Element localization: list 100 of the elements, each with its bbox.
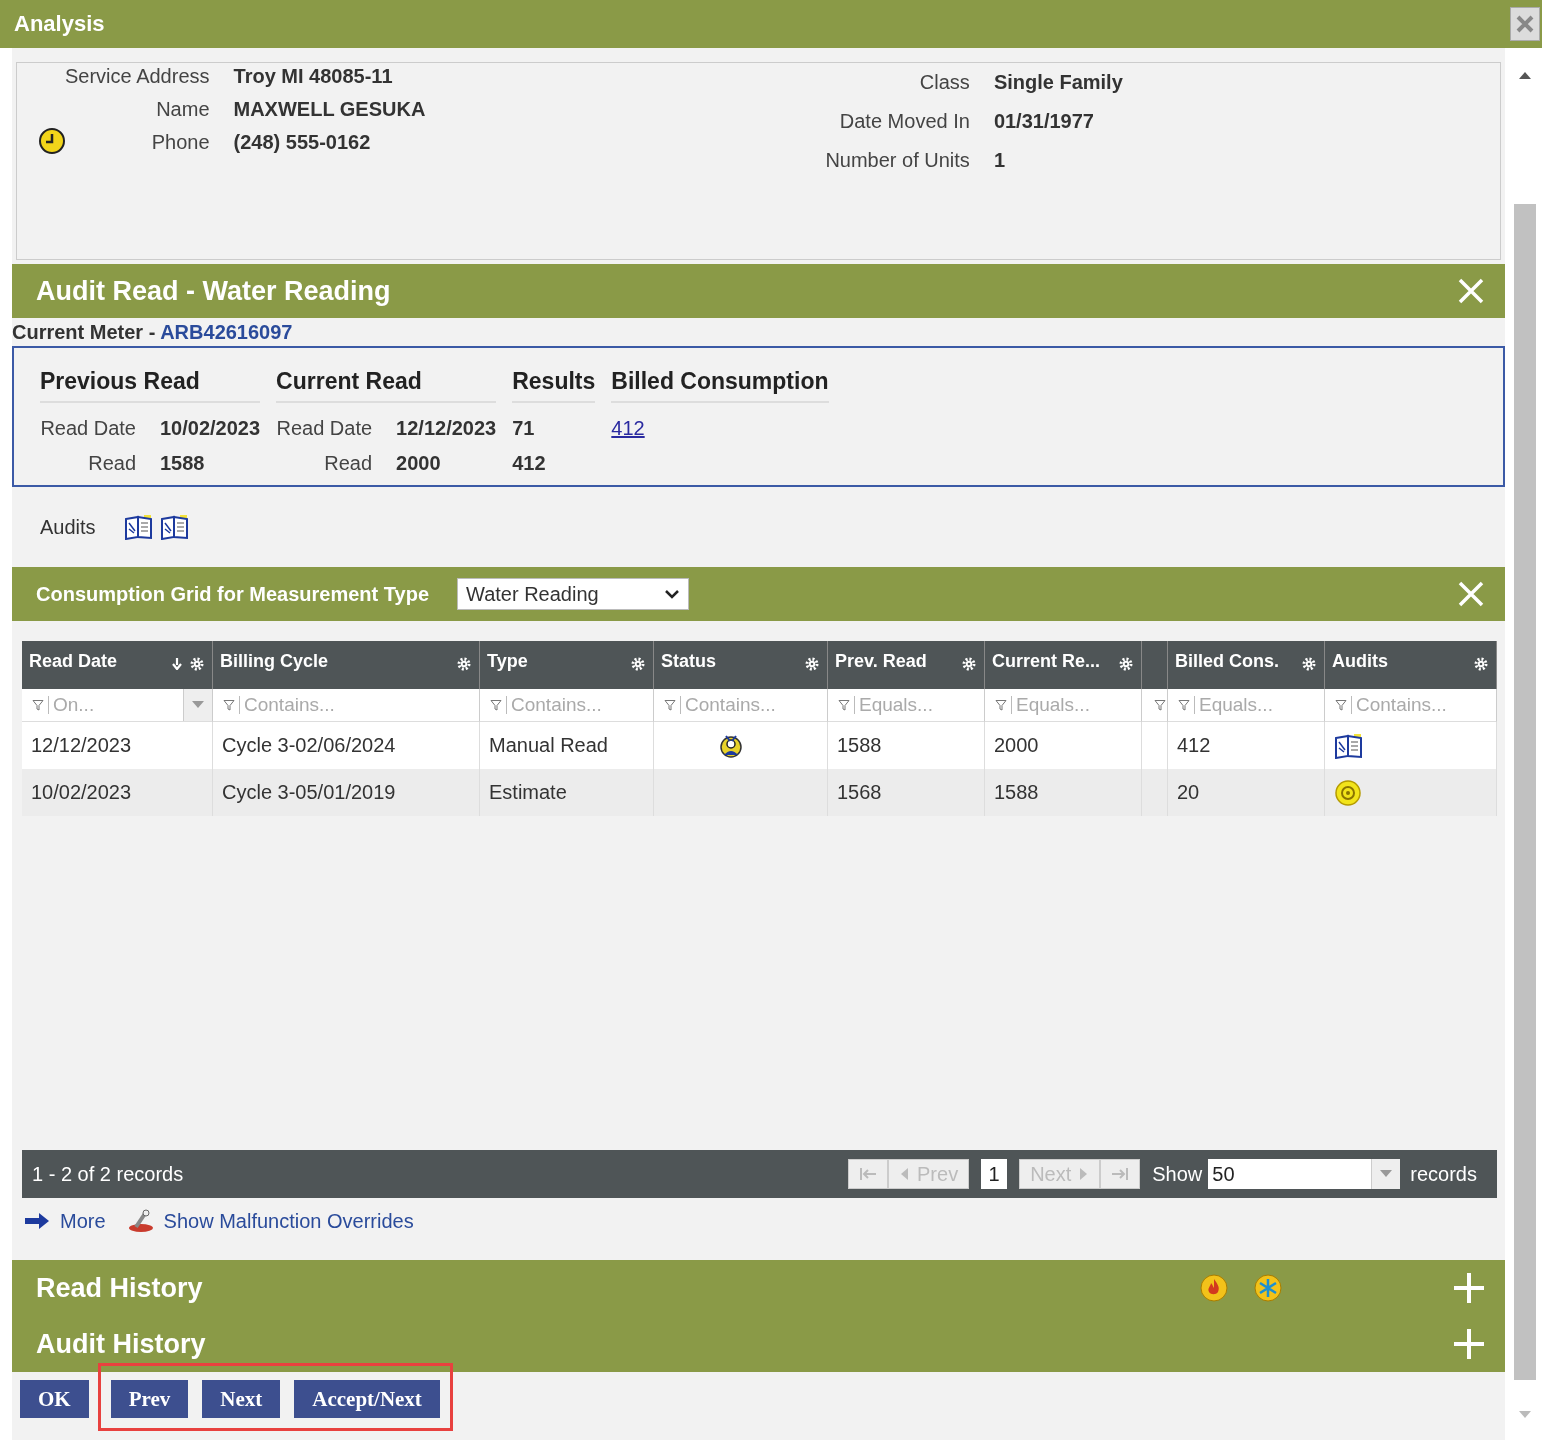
close-button[interactable]: [1510, 7, 1540, 41]
settings-icon[interactable]: [631, 657, 645, 671]
clock-icon: [37, 127, 67, 155]
column-header[interactable]: Billed Cons.: [1168, 641, 1325, 689]
table-cell: 412: [1168, 722, 1325, 769]
field-label: Date Moved In: [838, 110, 970, 133]
caret-down-icon: [664, 589, 680, 599]
table-cell: Cycle 3-05/01/2019: [213, 769, 480, 816]
field-label: Number of Units: [825, 149, 970, 172]
book-icon[interactable]: [1334, 732, 1364, 759]
settings-icon[interactable]: [1119, 657, 1133, 671]
field-value: 10/02/2023: [160, 417, 261, 440]
highlighted-button[interactable]: Prev: [110, 1380, 189, 1418]
sort-down-icon[interactable]: [172, 658, 182, 670]
action-link[interactable]: Show Malfunction Overrides: [127, 1206, 414, 1236]
group-heading: Previous Read: [40, 368, 261, 403]
column-header[interactable]: Audits: [1325, 641, 1497, 689]
table-cell: 1568: [828, 769, 985, 816]
field-label: Service Address: [65, 65, 210, 88]
window-title: Analysis: [13, 11, 105, 37]
highlighted-button[interactable]: Accept/Next: [294, 1380, 440, 1418]
field-value: 2000: [396, 452, 441, 475]
group-heading: Billed Consumption: [611, 368, 829, 403]
field-value: Troy MI 48085-11: [233, 65, 394, 88]
field-label: Read: [323, 452, 373, 475]
dropdown-button[interactable]: [1371, 1159, 1401, 1189]
filter-icon[interactable]: [490, 699, 502, 711]
settings-icon[interactable]: [805, 657, 819, 671]
ok-button[interactable]: OK: [20, 1380, 89, 1418]
settings-icon[interactable]: [1302, 657, 1316, 671]
table-cell: 1588: [828, 722, 985, 769]
record-count: 1 - 2 of 2 records: [32, 1162, 185, 1186]
column-header[interactable]: Billing Cycle: [213, 641, 480, 689]
column-header[interactable]: Status: [654, 641, 828, 689]
last-page-icon: [1111, 1167, 1130, 1181]
filter-icon[interactable]: [995, 699, 1007, 711]
filter-icon[interactable]: [1178, 699, 1190, 711]
column-header[interactable]: Prev. Read: [828, 641, 985, 689]
field-label: Read Date: [276, 417, 373, 440]
caret-down-icon: [192, 701, 204, 709]
field-label: Class: [918, 71, 970, 94]
filter-icon[interactable]: [1335, 699, 1347, 711]
filter-field[interactable]: [1142, 689, 1168, 722]
group-heading: Current Read: [276, 368, 497, 403]
table-cell: [1142, 769, 1168, 816]
consumption-link[interactable]: 412: [611, 417, 829, 440]
triangle-left-icon: [899, 1167, 909, 1181]
flame-icon[interactable]: [1199, 1273, 1229, 1303]
page-size-dropdown[interactable]: 50: [1208, 1159, 1401, 1189]
table-cell: Manual Read: [480, 722, 654, 769]
audits-label: Audits: [40, 515, 96, 539]
field-value: 71: [512, 417, 535, 440]
filter-icon[interactable]: [32, 699, 44, 711]
page-number[interactable]: 1: [981, 1159, 1008, 1189]
section-title: Audit History: [36, 1328, 206, 1360]
field-value: 01/31/1977: [993, 110, 1095, 133]
filter-icon[interactable]: [223, 699, 235, 711]
tool-icon: [127, 1209, 154, 1233]
filter-icon[interactable]: [1154, 699, 1166, 711]
settings-icon[interactable]: [962, 657, 976, 671]
first-page-icon: [859, 1167, 877, 1181]
table-cell: 2000: [985, 722, 1142, 769]
measurement-type-dropdown[interactable]: Water Reading: [457, 578, 689, 610]
last-page-button[interactable]: [1100, 1159, 1141, 1189]
table-cell: 20: [1168, 769, 1325, 816]
target-icon[interactable]: [1334, 778, 1362, 807]
scrollbar-thumb[interactable]: [1514, 204, 1536, 1380]
expand-button[interactable]: [1453, 1272, 1485, 1304]
scroll-up-icon[interactable]: [1518, 70, 1532, 80]
field-value: MAXWELL GESUKA: [233, 98, 426, 121]
settings-icon[interactable]: [190, 657, 204, 671]
meter-label: Current Meter -: [12, 321, 157, 343]
field-label: Read Date: [40, 417, 136, 440]
section-title: Consumption Grid for Measurement Type: [36, 582, 429, 606]
meter-link[interactable]: ARB42616097: [160, 321, 293, 343]
column-header[interactable]: Current Re...: [985, 641, 1142, 689]
filter-icon[interactable]: [664, 699, 676, 711]
highlighted-button[interactable]: Next: [202, 1380, 281, 1418]
table-cell: 12/12/2023: [22, 722, 213, 769]
column-header[interactable]: Type: [480, 641, 654, 689]
table-cell: 10/02/2023: [22, 769, 213, 816]
arrow-right-icon: [24, 1212, 50, 1230]
caret-down-icon: [1380, 1170, 1393, 1178]
filter-icon[interactable]: [838, 699, 850, 711]
close-icon: [1515, 14, 1535, 34]
expand-button[interactable]: [1453, 1328, 1485, 1360]
book-icon[interactable]: [159, 514, 190, 540]
table-cell: Estimate: [480, 769, 654, 816]
field-value: 412: [512, 452, 546, 475]
table-cell: [1142, 722, 1168, 769]
action-link[interactable]: More: [24, 1206, 106, 1236]
settings-icon[interactable]: [1474, 657, 1488, 671]
table-cell: Cycle 3-02/06/2024: [213, 722, 480, 769]
group-heading: Results: [512, 368, 596, 403]
section-title: Read History: [36, 1272, 203, 1304]
book-icon[interactable]: [123, 514, 154, 540]
section-title: Audit Read - Water Reading: [36, 275, 391, 307]
field-label: Phone: [150, 131, 210, 154]
settings-icon[interactable]: [457, 657, 471, 671]
column-header[interactable]: Read Date: [22, 641, 213, 689]
